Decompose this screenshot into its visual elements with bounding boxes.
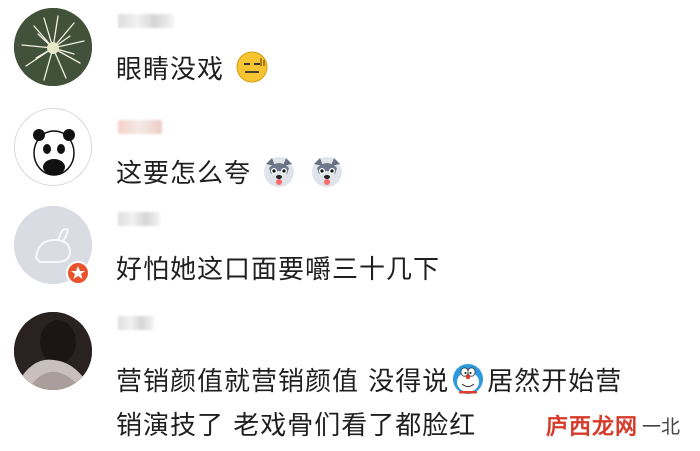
avatar[interactable] [14, 108, 92, 186]
comment-feed: 眼睛没戏 这要怎么夸 好怕她这口面要嚼三十几下 营销颜值就营销颜值 没得说 居然… [0, 0, 700, 451]
portrait-avatar-icon [14, 312, 92, 390]
comment-text-line: 眼睛没戏 [116, 55, 225, 85]
comment-text-line: 这要怎么夸 [116, 159, 252, 189]
watermark-brand: 庐西龙网 [545, 415, 638, 440]
verified-badge [66, 261, 90, 285]
avatar[interactable] [14, 8, 92, 86]
avatar[interactable] [14, 312, 92, 390]
blurred-username[interactable] [118, 14, 174, 28]
doraemon-emoji-icon [453, 364, 484, 394]
blurred-username[interactable] [118, 316, 154, 330]
comment-text-line: 好怕她这口面要嚼三十几下 [116, 255, 441, 285]
husky-emoji-icon [311, 157, 342, 187]
watermark-author: 一北 [641, 415, 680, 438]
husky-emoji-icon [264, 157, 295, 187]
comment-text: 眼睛没戏 [116, 48, 686, 92]
panda-avatar-icon [33, 129, 75, 176]
comment-text-line: 居然开始营 [487, 367, 623, 397]
blurred-username[interactable] [118, 212, 160, 226]
comment-item: 这要怎么夸 [0, 100, 700, 200]
blurred-username[interactable] [118, 120, 162, 134]
comment-text-line: 营销颜值就营销颜值 没得说 [116, 367, 450, 397]
comment-item: 眼睛没戏 [0, 0, 700, 100]
squint-face-emoji-icon [236, 51, 268, 83]
comment-item: 好怕她这口面要嚼三十几下 [0, 200, 700, 304]
flower-avatar-icon [14, 8, 92, 86]
watermark: 庐西龙网 一北 [537, 405, 688, 445]
comment-text: 这要怎么夸 [116, 152, 686, 196]
comment-text: 好怕她这口面要嚼三十几下 [116, 248, 686, 292]
star-icon [71, 266, 85, 279]
